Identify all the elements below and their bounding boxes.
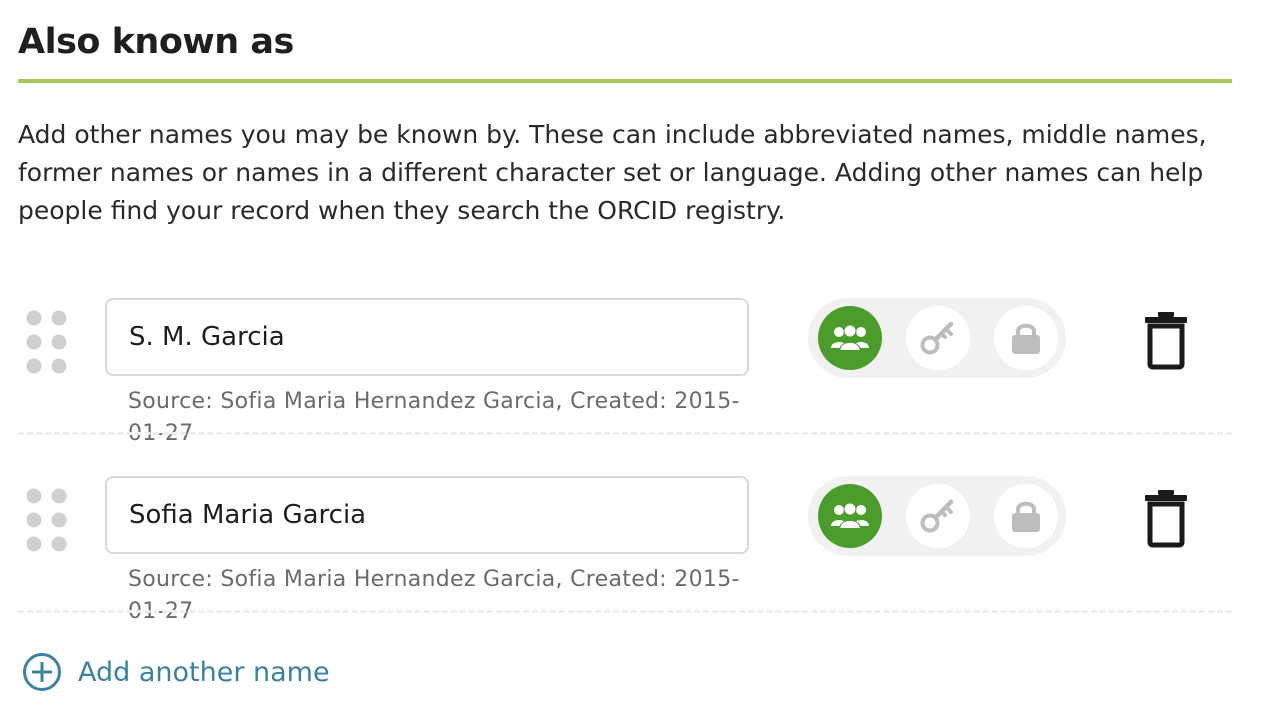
people-icon	[831, 324, 869, 351]
visibility-only-me-button[interactable]	[994, 306, 1058, 370]
visibility-trusted-button[interactable]	[906, 484, 970, 548]
plus-circle-icon	[23, 653, 61, 691]
name-source-meta: Source: Sofia Maria Hernandez Garcia, Cr…	[128, 567, 740, 624]
drag-handle-icon[interactable]	[26, 310, 70, 374]
key-icon	[920, 321, 954, 355]
section-title: Also known as	[18, 22, 294, 62]
row-divider	[18, 432, 1232, 435]
name-row: Source: Sofia Maria Hernandez Garcia, Cr…	[0, 298, 1266, 446]
delete-button[interactable]	[1142, 488, 1190, 548]
drag-handle-icon[interactable]	[26, 488, 70, 552]
visibility-trusted-button[interactable]	[906, 306, 970, 370]
other-name-input[interactable]	[105, 476, 749, 554]
add-another-name-button[interactable]: Add another name	[22, 652, 330, 692]
trash-icon	[1145, 490, 1187, 548]
name-row: Source: Sofia Maria Hernandez Garcia, Cr…	[0, 476, 1266, 624]
delete-button[interactable]	[1142, 310, 1190, 370]
visibility-selector	[808, 298, 1066, 378]
trash-icon	[1145, 312, 1187, 370]
visibility-everyone-button[interactable]	[818, 306, 882, 370]
lock-icon	[1012, 501, 1040, 532]
visibility-selector	[808, 476, 1066, 556]
people-icon	[831, 502, 869, 529]
visibility-only-me-button[interactable]	[994, 484, 1058, 548]
visibility-everyone-button[interactable]	[818, 484, 882, 548]
title-underline	[18, 79, 1232, 83]
add-another-name-label: Add another name	[78, 656, 330, 688]
other-name-input[interactable]	[105, 298, 749, 376]
section-description: Add other names you may be known by. The…	[18, 120, 1207, 225]
lock-icon	[1012, 323, 1040, 354]
row-divider	[18, 610, 1232, 613]
name-source-meta: Source: Sofia Maria Hernandez Garcia, Cr…	[128, 389, 740, 446]
key-icon	[920, 499, 954, 533]
